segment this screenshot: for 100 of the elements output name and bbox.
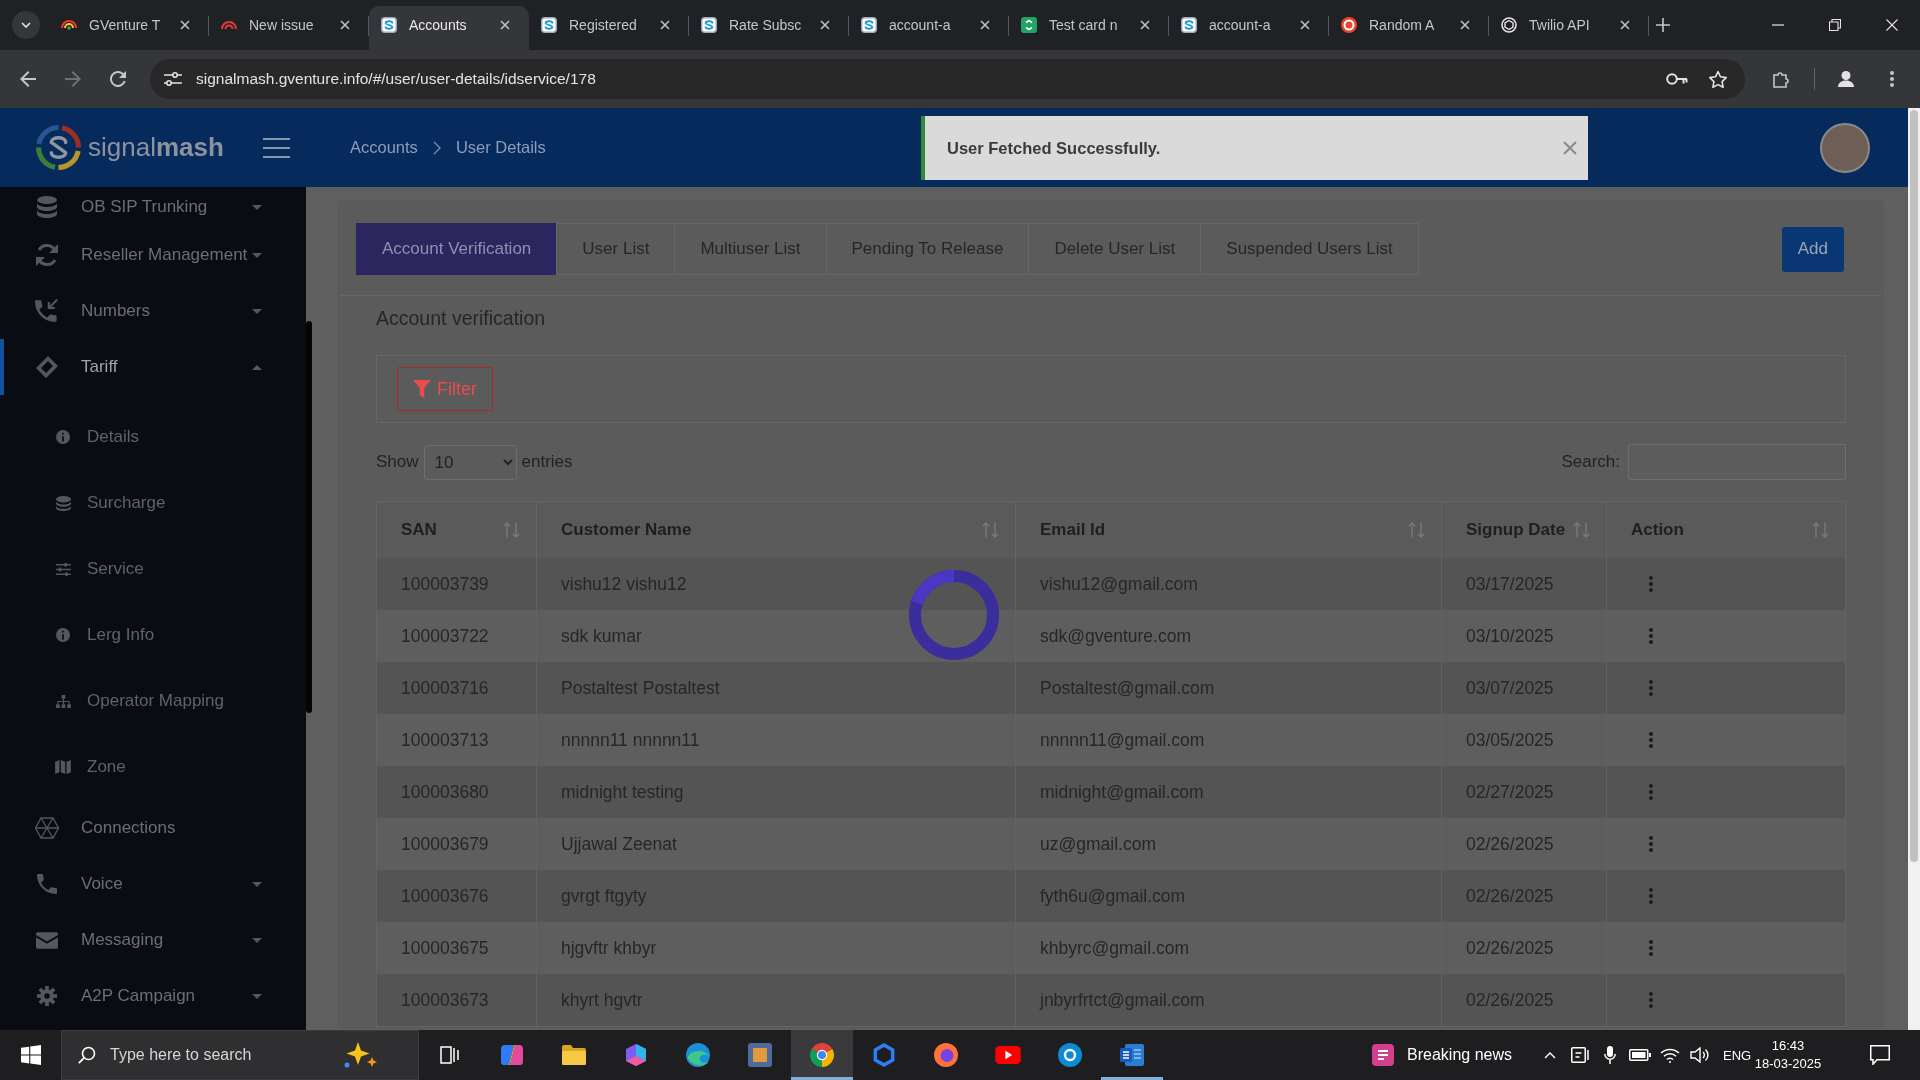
browser-tab[interactable]: Twilio API — [1489, 6, 1649, 50]
sidebar-subitem[interactable]: Zone — [0, 734, 306, 800]
close-icon[interactable] — [1300, 20, 1310, 30]
speaker-icon[interactable] — [1690, 1047, 1710, 1063]
new-tab-icon[interactable] — [1656, 18, 1670, 32]
more-options-icon[interactable] — [1649, 836, 1653, 852]
back-icon[interactable] — [20, 71, 36, 87]
tab[interactable]: Account Verification — [356, 223, 558, 275]
sidebar-item[interactable]: OB SIP Trunking — [0, 187, 306, 227]
notification-icon[interactable] — [1870, 1045, 1890, 1065]
sidebar-item[interactable]: Voice — [0, 856, 306, 912]
close-icon[interactable] — [1460, 20, 1470, 30]
menu-icon[interactable] — [1890, 71, 1894, 87]
sidebar-subitem[interactable]: Details — [0, 404, 306, 470]
close-icon[interactable] — [500, 20, 510, 30]
minimize-icon[interactable] — [1771, 24, 1784, 26]
sort-icon — [1408, 522, 1426, 538]
browser-tab[interactable]: New issue — [209, 6, 369, 50]
address-bar[interactable]: signalmash.gventure.info/#/user/user-details/idservice/178 — [150, 59, 1745, 99]
close-icon[interactable] — [660, 20, 670, 30]
phone-arrow-icon — [35, 299, 59, 323]
language-indicator[interactable]: ENG — [1723, 1047, 1751, 1063]
more-options-icon[interactable] — [1649, 940, 1653, 956]
close-icon[interactable] — [980, 20, 990, 30]
sidebar-item[interactable]: Tariff — [0, 339, 306, 395]
search-icon — [78, 1046, 96, 1064]
search-input[interactable]: Type here to search — [110, 1040, 338, 1070]
sidebar-item[interactable]: Reseller Management — [0, 227, 306, 283]
scrollbar-thumb[interactable] — [306, 321, 312, 713]
more-options-icon[interactable] — [1649, 628, 1653, 644]
chevron-icon — [432, 140, 441, 155]
microphone-icon[interactable] — [1604, 1046, 1616, 1064]
wifi-icon[interactable] — [1660, 1047, 1680, 1063]
entries-select[interactable]: 10 — [423, 444, 517, 480]
scrollbar-thumb[interactable] — [1910, 110, 1918, 862]
coins-icon — [55, 495, 71, 511]
browser-tab[interactable]: Random A — [1329, 6, 1489, 50]
map-icon — [55, 760, 71, 774]
browser-tab[interactable]: Accounts — [369, 6, 529, 50]
wave-logo-icon — [861, 17, 877, 33]
start-icon[interactable] — [20, 1045, 41, 1065]
sidebar-subitem[interactable]: Operator Mapping — [0, 668, 306, 734]
profile-icon[interactable] — [1838, 71, 1854, 87]
browser-tab[interactable]: Test card n — [1009, 6, 1169, 50]
close-icon[interactable] — [1140, 20, 1150, 30]
key-icon[interactable] — [1666, 73, 1688, 85]
close-icon[interactable] — [340, 20, 350, 30]
battery-icon[interactable] — [1629, 1049, 1651, 1061]
browser-tab[interactable]: Registered — [529, 6, 689, 50]
browser-tab[interactable]: GVenture T — [49, 6, 209, 50]
clock-time[interactable]: 16:43 — [1771, 1037, 1805, 1055]
sidebar-item[interactable]: Messaging — [0, 912, 306, 968]
search-label: Search: — [1561, 452, 1620, 472]
reload-icon[interactable] — [110, 71, 126, 87]
tricolor-circle-icon — [810, 1043, 834, 1067]
extensions-icon[interactable] — [1773, 70, 1790, 88]
two-circle-icon — [934, 1043, 958, 1067]
news-button[interactable]: Breaking news — [1362, 1030, 1535, 1080]
sidebar-subitem[interactable]: Lerg Info — [0, 602, 306, 668]
restore-icon[interactable] — [1828, 19, 1841, 31]
sidebar-item[interactable]: Connections — [0, 800, 306, 856]
ring-disc-icon — [1341, 17, 1357, 33]
browser-tab[interactable]: account-a — [1169, 6, 1329, 50]
breadcrumb-link[interactable]: Accounts — [350, 138, 418, 157]
column-header[interactable]: Action — [1607, 502, 1845, 558]
add-button[interactable]: Add — [1781, 226, 1844, 272]
tablet-icon[interactable] — [1571, 1047, 1589, 1063]
more-options-icon[interactable] — [1649, 732, 1653, 748]
site-info-icon[interactable] — [164, 72, 182, 86]
sidebar-item[interactable]: A2P Campaign — [0, 968, 306, 1024]
diamond-icon — [35, 355, 59, 379]
rainbow-arc-icon — [61, 20, 77, 30]
hexagon-ring-icon — [872, 1043, 896, 1067]
sort-icon — [1573, 522, 1591, 538]
breadcrumb-current: User Details — [455, 138, 546, 157]
browser-tab[interactable]: account-a — [849, 6, 1009, 50]
task-view-icon — [440, 1046, 460, 1064]
entries-label: entries — [521, 452, 573, 472]
hexagon-circle-icon — [1501, 17, 1517, 33]
taskbar-button[interactable] — [791, 1030, 853, 1080]
close-icon[interactable] — [820, 20, 830, 30]
search-box[interactable]: Type here to search — [61, 1030, 419, 1080]
sitemap-icon — [55, 694, 71, 708]
sparkle-icon[interactable] — [344, 1041, 378, 1069]
sort-icon — [503, 522, 521, 538]
wave-logo-icon — [541, 17, 557, 33]
double-arc-icon — [221, 21, 237, 29]
close-icon[interactable] — [1620, 20, 1630, 30]
caret-icon — [21, 22, 31, 28]
sidebar-subitem[interactable]: Surcharge — [0, 470, 306, 536]
sidebar-item[interactable]: Numbers — [0, 283, 306, 339]
menu-icon[interactable] — [263, 137, 290, 158]
close-icon[interactable] — [180, 20, 190, 30]
browser-tab[interactable]: Rate Subsc — [689, 6, 849, 50]
bookmark-star-icon[interactable] — [1708, 69, 1728, 89]
tab-list-button[interactable] — [12, 11, 40, 39]
sidebar-subitem[interactable]: Service — [0, 536, 306, 602]
clock-date[interactable]: 18-03-2025 — [1754, 1055, 1822, 1073]
user-avatar[interactable] — [1820, 122, 1870, 173]
chevron-up-icon[interactable] — [1544, 1051, 1556, 1059]
